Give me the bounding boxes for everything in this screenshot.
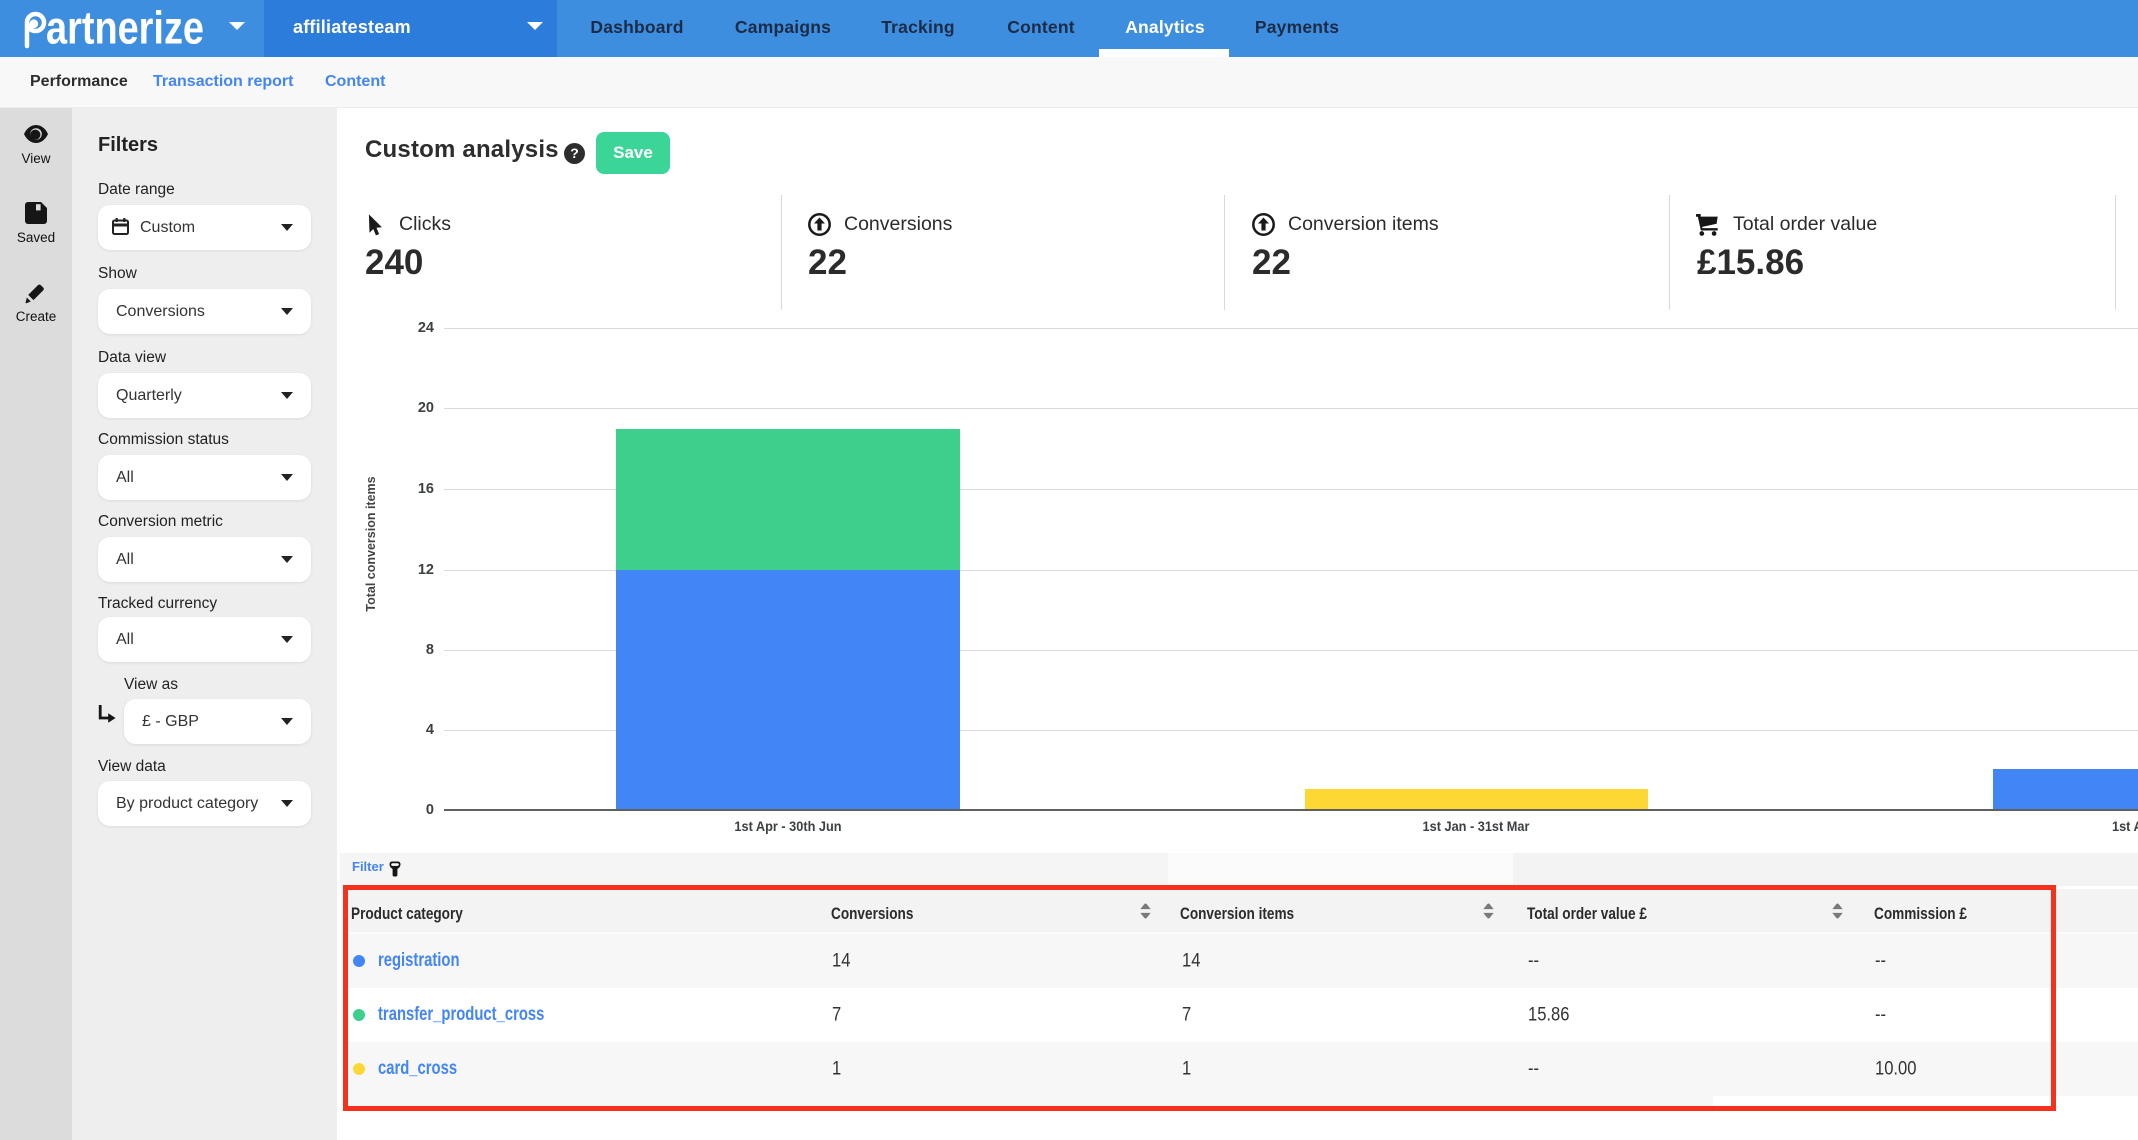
svg-text:artnerize: artnerize [46,2,204,54]
